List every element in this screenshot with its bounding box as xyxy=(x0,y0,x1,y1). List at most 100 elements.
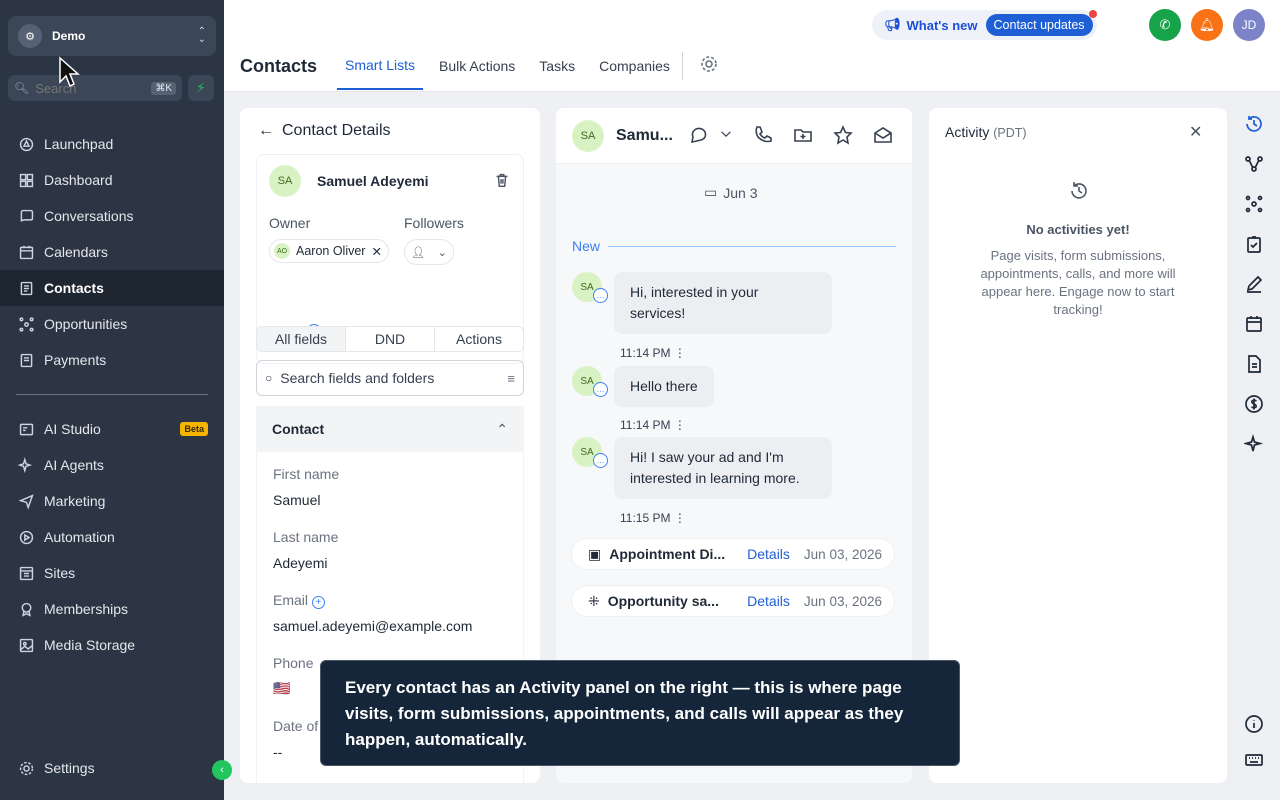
sidebar-search[interactable]: 🔍︎ ⌘K xyxy=(8,75,182,101)
event-date: Jun 03, 2026 xyxy=(803,546,882,562)
sidebar-item-settings[interactable]: Settings xyxy=(0,750,224,786)
phone-button[interactable]: ✆ xyxy=(1149,9,1181,41)
message-channel-icon[interactable] xyxy=(688,124,710,151)
sidebar-item-calendars[interactable]: Calendars xyxy=(0,234,224,270)
tab-smart-lists[interactable]: Smart Lists xyxy=(337,42,424,90)
owner-chip[interactable]: AO Aaron Oliver ✕ xyxy=(269,239,389,263)
document-icon[interactable] xyxy=(1242,352,1266,376)
sidebar-item-label: AI Studio xyxy=(44,421,101,437)
message-bubble[interactable]: Hello there xyxy=(614,366,714,407)
sidebar-item-label: Memberships xyxy=(44,601,129,617)
event-details-link[interactable]: Details xyxy=(747,546,790,562)
payments-icon xyxy=(16,350,36,370)
sidebar-item-dashboard[interactable]: Dashboard xyxy=(0,162,224,198)
mail-icon[interactable] xyxy=(872,124,894,151)
close-icon[interactable]: ✕ xyxy=(371,244,381,259)
sidebar-item-ai-agents[interactable]: AI Agents xyxy=(0,447,224,483)
sidebar-item-automation[interactable]: Automation xyxy=(0,519,224,555)
memberships-icon xyxy=(16,599,36,619)
event-details-link[interactable]: Details xyxy=(747,593,790,609)
contact-section-header[interactable]: Contact ⌃ xyxy=(256,406,524,452)
us-flag-icon[interactable]: 🇺🇸 xyxy=(273,680,290,697)
tasks-icon[interactable] xyxy=(1242,232,1266,256)
notes-icon[interactable] xyxy=(1242,272,1266,296)
more-vertical-icon[interactable]: ⋮ xyxy=(674,418,686,432)
notifications-button[interactable]: 🔔︎ xyxy=(1191,9,1223,41)
sparkle-icon[interactable] xyxy=(1242,432,1266,456)
history-icon xyxy=(1068,180,1090,207)
sidebar-settings: Settings xyxy=(0,750,224,786)
close-icon[interactable]: ✕ xyxy=(1189,122,1202,142)
sidebar-collapse-button[interactable]: ‹ xyxy=(212,760,232,780)
more-vertical-icon[interactable]: ⋮ xyxy=(674,346,686,360)
back-arrow-icon[interactable]: ← xyxy=(258,122,274,140)
sidebar: ⚙ Demo ⌃⌄ 🔍︎ ⌘K ⚡︎ Launchpad Dashboard C… xyxy=(0,0,224,800)
search-icon: 🔍︎ xyxy=(14,81,30,95)
field-search-input[interactable] xyxy=(280,370,500,386)
quick-action-button[interactable]: ⚡︎ xyxy=(188,75,214,101)
sites-icon xyxy=(16,563,36,583)
chevron-down-icon[interactable] xyxy=(718,126,734,147)
user-avatar[interactable]: JD xyxy=(1233,9,1265,41)
gear-icon[interactable] xyxy=(699,54,719,79)
activity-history-icon[interactable] xyxy=(1242,112,1266,136)
contact-updates-button[interactable]: Contact updates xyxy=(985,10,1097,36)
field-search[interactable]: ○ ≡ xyxy=(256,360,524,396)
time-label: 11:15 PM xyxy=(620,511,671,525)
keyboard-icon[interactable] xyxy=(1242,748,1266,772)
date-label: Jun 3 xyxy=(723,184,758,201)
sidebar-item-label: Automation xyxy=(44,529,115,545)
dollar-icon[interactable] xyxy=(1242,392,1266,416)
star-icon[interactable] xyxy=(832,124,854,151)
tab-tasks[interactable]: Tasks xyxy=(539,42,575,90)
sidebar-item-opportunities[interactable]: Opportunities xyxy=(0,306,224,342)
chevron-up-down-icon: ⌃ ⌄ xyxy=(197,26,206,45)
workflow-icon[interactable] xyxy=(1242,152,1266,176)
message-bubble[interactable]: Hi! I saw your ad and I'm interested in … xyxy=(614,437,832,499)
filter-icon[interactable]: ≡ xyxy=(507,371,515,386)
sidebar-item-media-storage[interactable]: Media Storage xyxy=(0,627,224,663)
account-name: Demo xyxy=(52,29,86,43)
trash-icon[interactable] xyxy=(493,171,511,194)
sidebar-item-ai-studio[interactable]: AI Studio Beta xyxy=(0,411,224,447)
email-label: Email + xyxy=(273,592,325,609)
sidebar-item-contacts[interactable]: Contacts xyxy=(0,270,224,306)
last-name-label: Last name xyxy=(273,529,339,545)
message-bubble[interactable]: Hi, interested in your services! xyxy=(614,272,832,334)
sidebar-item-conversations[interactable]: Conversations xyxy=(0,198,224,234)
sidebar-nav-secondary: AI Studio Beta AI Agents Marketing Autom… xyxy=(0,411,224,663)
account-switcher[interactable]: ⚙ Demo ⌃ ⌄ xyxy=(8,16,216,56)
info-icon[interactable] xyxy=(1242,712,1266,736)
email-value[interactable]: samuel.adeyemi@example.com xyxy=(273,618,472,634)
opportunities-icon[interactable] xyxy=(1242,192,1266,216)
event-opportunity: ⁜ Opportunity sa... Details Jun 03, 2026 xyxy=(572,586,894,616)
sidebar-item-launchpad[interactable]: Launchpad xyxy=(0,126,224,162)
tab-companies[interactable]: Companies xyxy=(599,42,670,90)
add-email-icon[interactable]: + xyxy=(311,596,325,609)
tab-bulk-actions[interactable]: Bulk Actions xyxy=(439,42,515,90)
followers-dropdown[interactable]: 👤︎ ⌄ xyxy=(404,239,454,265)
activity-panel: Activity (PDT) ✕ No activities yet! Page… xyxy=(929,108,1227,783)
first-name-value[interactable]: Samuel xyxy=(273,492,320,508)
search-input[interactable] xyxy=(35,80,146,96)
more-vertical-icon[interactable]: ⋮ xyxy=(674,511,686,525)
segment-all-fields[interactable]: All fields xyxy=(257,327,346,351)
folder-add-icon[interactable] xyxy=(792,124,814,151)
sidebar-item-marketing[interactable]: Marketing xyxy=(0,483,224,519)
sidebar-item-payments[interactable]: Payments xyxy=(0,342,224,378)
whats-new-pill: 📢︎ What's new Contact updates xyxy=(872,10,1097,40)
sidebar-item-sites[interactable]: Sites xyxy=(0,555,224,591)
ai-agents-icon xyxy=(16,455,36,475)
chat-channel-icon: … xyxy=(593,288,608,303)
calendar-icon[interactable] xyxy=(1242,312,1266,336)
last-name-value[interactable]: Adeyemi xyxy=(273,555,327,571)
dob-value[interactable]: -- xyxy=(273,744,282,760)
segment-dnd[interactable]: DND xyxy=(346,327,435,351)
chevron-down-icon: ⌄ xyxy=(437,246,447,259)
sidebar-item-label: Payments xyxy=(44,352,107,368)
sidebar-item-memberships[interactable]: Memberships xyxy=(0,591,224,627)
whats-new-button[interactable]: 📢︎ What's new xyxy=(884,17,978,33)
segment-actions[interactable]: Actions xyxy=(435,327,523,351)
call-icon[interactable] xyxy=(752,124,774,151)
sidebar-item-label: Marketing xyxy=(44,493,106,509)
